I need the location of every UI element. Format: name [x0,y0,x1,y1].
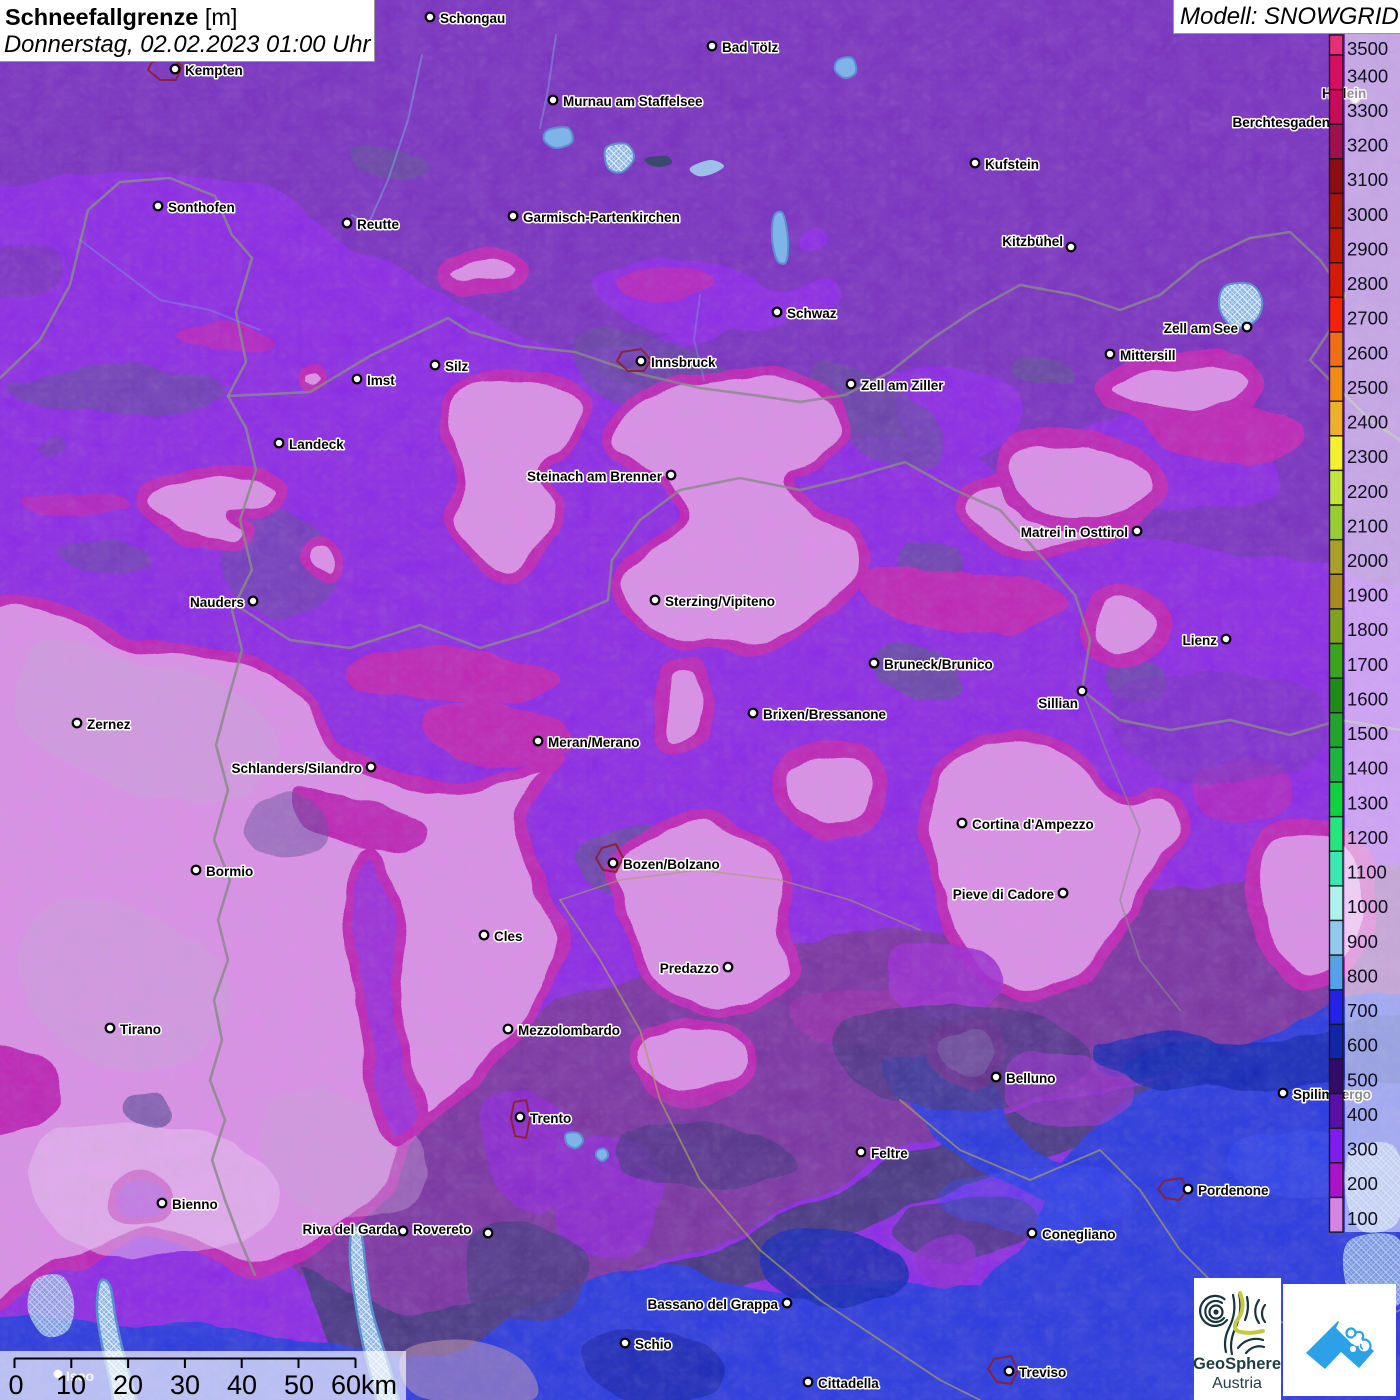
svg-text:Kitzbühel: Kitzbühel [1002,234,1063,249]
svg-text:Bruneck/Brunico: Bruneck/Brunico [884,657,993,672]
svg-text:Brixen/Bressanone: Brixen/Bressanone [763,707,887,722]
svg-text:Kufstein: Kufstein [985,157,1039,172]
svg-text:1000: 1000 [1347,896,1388,917]
svg-text:Silz: Silz [445,359,469,374]
svg-text:1400: 1400 [1347,758,1388,779]
svg-text:800: 800 [1347,965,1378,986]
svg-text:Bozen/Bolzano: Bozen/Bolzano [623,857,720,872]
svg-text:Lienz: Lienz [1182,633,1217,648]
svg-text:Murnau am Staffelsee: Murnau am Staffelsee [563,94,703,109]
svg-text:900: 900 [1347,931,1378,952]
svg-text:Matrei in Osttirol: Matrei in Osttirol [1021,525,1128,540]
svg-text:Schlanders/Silandro: Schlanders/Silandro [231,761,362,776]
svg-text:2100: 2100 [1347,515,1388,536]
svg-text:1100: 1100 [1347,862,1387,883]
svg-text:Riva del Garda: Riva del Garda [302,1222,397,1237]
svg-text:500: 500 [1347,1069,1378,1090]
svg-text:3200: 3200 [1347,135,1388,156]
svg-text:Bormio: Bormio [206,864,253,879]
svg-text:1600: 1600 [1347,689,1388,710]
svg-text:Tirano: Tirano [120,1022,161,1037]
svg-text:Sillian: Sillian [1038,696,1078,711]
svg-text:100: 100 [1347,1208,1378,1229]
svg-text:2800: 2800 [1347,273,1388,294]
svg-text:700: 700 [1347,1000,1378,1021]
svg-text:2000: 2000 [1347,550,1388,571]
svg-text:1800: 1800 [1347,619,1388,640]
svg-text:Innsbruck: Innsbruck [651,355,716,370]
svg-text:Cittadella: Cittadella [818,1376,879,1391]
svg-text:Meran/Merano: Meran/Merano [548,735,640,750]
svg-text:Bienno: Bienno [172,1197,218,1212]
svg-text:Sonthofen: Sonthofen [168,200,235,215]
svg-text:Imst: Imst [367,373,395,388]
svg-text:2600: 2600 [1347,342,1388,363]
svg-text:1200: 1200 [1347,827,1388,848]
svg-text:1300: 1300 [1347,792,1388,813]
svg-text:Sterzing/Vipiteno: Sterzing/Vipiteno [665,594,775,609]
svg-text:Steinach am Brenner: Steinach am Brenner [527,469,663,484]
svg-text:Landeck: Landeck [289,437,344,452]
svg-text:Bassano del Grappa: Bassano del Grappa [647,1297,778,1312]
svg-text:Cortina d'Ampezzo: Cortina d'Ampezzo [972,817,1094,832]
svg-text:Conegliano: Conegliano [1042,1227,1116,1242]
svg-text:Zell am Ziller: Zell am Ziller [861,378,944,393]
svg-text:3300: 3300 [1347,100,1388,121]
svg-text:Belluno: Belluno [1006,1071,1056,1086]
svg-text:Pordenone: Pordenone [1198,1183,1269,1198]
svg-text:2300: 2300 [1347,446,1388,467]
svg-text:Treviso: Treviso [1019,1365,1066,1380]
svg-text:300: 300 [1347,1139,1378,1160]
svg-text:Cles: Cles [494,929,523,944]
svg-text:Trento: Trento [530,1111,571,1126]
svg-text:Mittersill: Mittersill [1120,348,1176,363]
svg-text:Rovereto: Rovereto [413,1222,472,1237]
svg-text:Schongau: Schongau [440,11,505,26]
svg-text:3100: 3100 [1347,169,1388,190]
svg-text:Bad Tölz: Bad Tölz [722,40,778,55]
svg-text:2500: 2500 [1347,377,1388,398]
svg-text:1900: 1900 [1347,585,1388,606]
svg-text:400: 400 [1347,1104,1378,1125]
svg-text:Berchtesgaden: Berchtesgaden [1232,115,1330,130]
svg-text:2900: 2900 [1347,238,1388,259]
svg-text:2700: 2700 [1347,308,1388,329]
svg-text:200: 200 [1347,1173,1378,1194]
svg-text:Kempten: Kempten [185,63,243,78]
svg-text:2200: 2200 [1347,481,1388,502]
svg-text:3400: 3400 [1347,65,1388,86]
svg-text:600: 600 [1347,1035,1378,1056]
svg-text:2400: 2400 [1347,412,1388,433]
svg-text:Reutte: Reutte [357,217,399,232]
svg-text:Predazzo: Predazzo [660,961,719,976]
svg-text:1500: 1500 [1347,723,1388,744]
svg-text:Zell am See: Zell am See [1164,321,1239,336]
svg-text:Pieve di Cadore: Pieve di Cadore [953,887,1055,902]
svg-text:Mezzolombardo: Mezzolombardo [518,1023,620,1038]
svg-text:Nauders: Nauders [190,595,244,610]
svg-text:Feltre: Feltre [871,1146,908,1161]
svg-text:Zernez: Zernez [87,717,131,732]
svg-text:3000: 3000 [1347,204,1388,225]
svg-text:Garmisch-Partenkirchen: Garmisch-Partenkirchen [523,210,680,225]
svg-text:Schio: Schio [635,1337,672,1352]
svg-text:3500: 3500 [1347,38,1388,59]
svg-text:Schwaz: Schwaz [787,306,837,321]
svg-text:1700: 1700 [1347,654,1388,675]
